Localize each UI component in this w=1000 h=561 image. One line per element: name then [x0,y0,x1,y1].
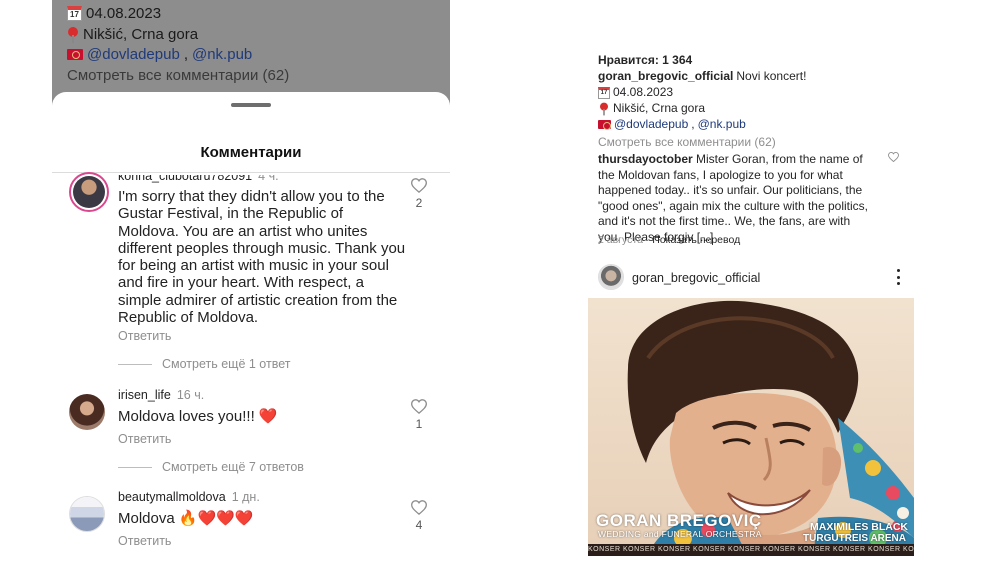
poster-subtitle: WEDDING and FUNERAL ORCHESTRA [598,529,762,539]
dim-location: Nikšić, Crna gora [83,26,199,43]
dim-mentions-line: @dovladepub , @nk.pub [67,46,252,63]
flag-icon [67,49,83,60]
meta-dot: · [642,234,653,246]
left-screenshot: 17 04.08.2023 Nikšić, Crna gora @dovlade… [52,0,450,561]
top-comment-like[interactable] [886,152,900,162]
caption-text: Novi koncert! [736,69,807,83]
post-image[interactable]: GORAN BREGOVIÇ WEDDING and FUNERAL ORCHE… [588,298,914,556]
caption-date: 04.08.2023 [613,85,674,99]
heart-icon[interactable] [887,152,899,162]
poster-konser-strip: KONSER KONSER KONSER KONSER KONSER KONSE… [588,544,914,556]
caption-location-line: Nikšić, Crna gora [598,101,705,117]
pin-icon [67,26,79,43]
dim-mention-nkpub[interactable]: @nk.pub [192,46,252,63]
comment-2-like-count: 1 [415,417,423,431]
sheet-divider [52,172,450,173]
avatar[interactable] [69,172,109,212]
caption-date-line: 17 04.08.2023 [598,85,673,101]
top-comment: thursdayoctober Mister Goran, from the n… [598,152,870,245]
comment-3-user-line: beautymallmoldova 1 дн. [118,490,260,504]
top-comment-date: 2 августа [598,234,643,246]
caption-line: goran_bregovic_official Novi koncert! [598,69,806,85]
show-translation-link[interactable]: Показать перевод [652,234,740,246]
sheet-drag-handle[interactable] [231,103,271,107]
comment-1-like[interactable]: 2 [407,178,431,210]
kebab-menu-icon[interactable] [892,267,904,287]
comment-1-text: I'm sorry that they didn't allow you to … [118,188,406,327]
heart-icon[interactable] [411,500,427,515]
post-username[interactable]: goran_bregovic_official [632,271,760,285]
comment-2-view-replies[interactable]: Смотреть ещё 7 ответов [118,460,304,474]
heart-icon[interactable] [411,399,427,414]
flag-icon [598,120,611,131]
comment-3-like[interactable]: 4 [407,500,431,532]
caption-mentions-line: @dovladepub , @nk.pub [598,117,746,133]
comment-2-username[interactable]: irisen_life [118,388,171,402]
top-comment-username[interactable]: thursdayoctober [598,152,693,166]
dim-date-line: 17 04.08.2023 [67,5,161,22]
comment-1-reply-button[interactable]: Ответить [118,329,171,343]
avatar[interactable] [69,496,105,532]
sheet-title: Комментарии [200,144,302,161]
comment-3-like-count: 4 [415,518,423,532]
avatar[interactable] [69,394,105,430]
comment-2-time: 16 ч. [176,388,205,402]
dim-view-comments[interactable]: Смотреть все комментарии (62) [67,67,289,84]
dim-separator: , [183,46,188,63]
comment-1-view-replies[interactable]: Смотреть ещё 1 ответ [118,357,290,371]
dim-mention-dovladepub[interactable]: @dovladepub [87,46,180,63]
mention-separator: , [691,117,695,131]
mention-nkpub[interactable]: @nk.pub [698,117,746,133]
caption-username[interactable]: goran_bregovic_official [598,69,733,85]
dimmed-post-caption: 17 04.08.2023 Nikšić, Crna gora @dovlade… [52,0,450,105]
heart-icon[interactable] [411,178,427,193]
top-comment-meta: 2 августа · Показать перевод [598,234,740,246]
comment-3-time: 1 дн. [231,490,260,504]
poster-artist-name: GORAN BREGOVIÇ [596,511,762,530]
comment-2-reply-button[interactable]: Ответить [118,432,171,446]
comment-2-user-line: irisen_life 16 ч. [118,388,204,402]
comment-3-username[interactable]: beautymallmoldova [118,490,226,504]
view-all-comments[interactable]: Смотреть все комментарии (62) [598,135,776,151]
dim-date: 04.08.2023 [86,5,162,22]
poster-venue-line1: MAXIMILES BLACK [810,521,908,533]
dim-location-line: Nikšić, Crna gora [67,26,198,43]
avatar[interactable] [598,264,624,290]
comment-3-reply-button[interactable]: Ответить [118,534,171,548]
comment-1-like-count: 2 [415,196,423,210]
likes-count[interactable]: Нравится: 1 364 [598,53,692,69]
comment-3-text: Moldova 🔥❤️❤️❤️ [118,510,254,527]
pin-icon [599,102,609,116]
comment-2-text: Moldova loves you!!! ❤️ [118,408,278,425]
comment-2-like[interactable]: 1 [407,399,431,431]
calendar-icon: 17 [67,6,82,21]
right-screenshot: Нравится: 1 364 goran_bregovic_official … [588,50,914,561]
calendar-icon: 17 [598,86,610,99]
caption-location: Nikšić, Crna gora [613,101,706,116]
post-header: goran_bregovic_official [598,264,904,292]
mention-dovladepub[interactable]: @dovladepub [614,117,688,133]
poster-venue-line2: TURGUTREIS ARENA [803,533,906,544]
